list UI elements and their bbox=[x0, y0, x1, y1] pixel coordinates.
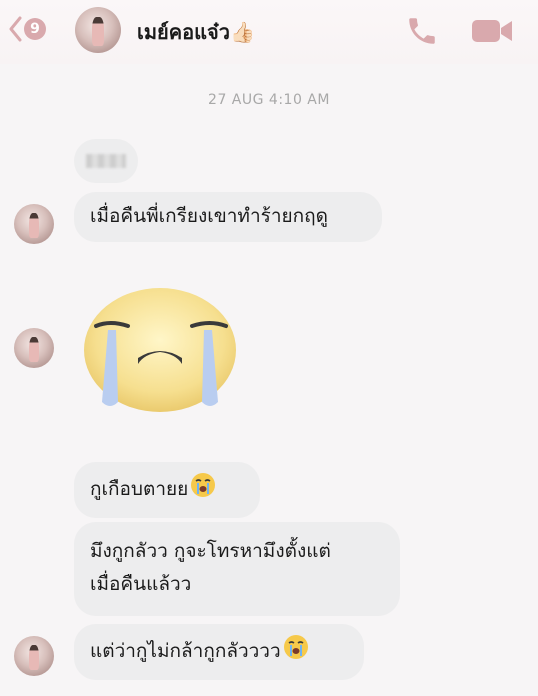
message-text-line: มึงกูกลัวว กูจะโทรหามึงตั้งแต่ bbox=[90, 540, 331, 562]
message-bubble[interactable]: กูเกือบตายย bbox=[74, 462, 260, 518]
message-timestamp: 27 AUG 4:10 AM bbox=[208, 92, 330, 108]
message-text-line: เมื่อคืนแล้วว bbox=[90, 573, 192, 595]
unread-count-badge: 9 bbox=[24, 18, 46, 40]
message-bubble[interactable]: มึงกูกลัวว กูจะโทรหามึงตั้งแต่ เมื่อคืนแ… bbox=[74, 522, 400, 616]
message-text: กูเกือบตายย bbox=[90, 478, 189, 500]
crying-face-sticker[interactable] bbox=[80, 284, 240, 414]
contact-avatar[interactable] bbox=[75, 7, 121, 53]
phone-icon[interactable] bbox=[405, 14, 439, 48]
message-text: แต่ว่ากูไม่กล้ากูกลัวววว bbox=[90, 640, 281, 662]
back-button[interactable]: 9 bbox=[8, 14, 46, 44]
back-chevron-icon bbox=[9, 16, 22, 42]
crying-emoji-icon bbox=[191, 473, 216, 497]
video-camera-icon[interactable] bbox=[470, 16, 514, 46]
crying-emoji-icon bbox=[283, 635, 308, 659]
message-text: เมื่อคืนพี่เกรียงเขาทำร้ายกฤดู bbox=[90, 205, 328, 227]
sender-avatar[interactable] bbox=[14, 204, 54, 244]
contact-name[interactable]: เมย์คอแจ๋ว👍🏻 bbox=[137, 16, 255, 48]
sender-avatar[interactable] bbox=[14, 328, 54, 368]
blurred-message-bubble[interactable] bbox=[74, 139, 138, 183]
chat-header: 9 เมย์คอแจ๋ว👍🏻 bbox=[0, 0, 538, 64]
message-bubble[interactable]: แต่ว่ากูไม่กล้ากูกลัวววว bbox=[74, 624, 364, 680]
message-bubble[interactable]: เมื่อคืนพี่เกรียงเขาทำร้ายกฤดู bbox=[74, 192, 382, 242]
sender-avatar[interactable] bbox=[14, 636, 54, 676]
